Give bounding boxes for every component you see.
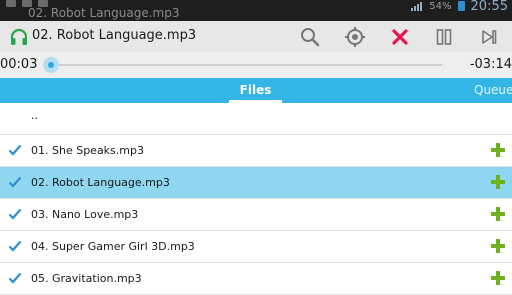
tab-files[interactable]: Files <box>229 83 282 97</box>
elapsed-time: 00:03 <box>0 57 38 72</box>
pause-icon <box>436 29 452 45</box>
seek-bar[interactable] <box>46 64 442 66</box>
parent-directory-label: .. <box>31 109 38 122</box>
headphones-icon <box>6 24 32 50</box>
skip-next-icon <box>482 30 497 44</box>
list-item[interactable]: 02. Robot Language.mp3 <box>0 167 512 199</box>
parent-directory-item[interactable]: .. <box>0 103 512 135</box>
add-to-queue-icon[interactable] <box>490 238 506 254</box>
player-toolbar: 02. Robot Language.mp3 <box>0 21 512 52</box>
file-name: 04. Super Gamer Girl 3D.mp3 <box>31 240 195 253</box>
next-track-button[interactable] <box>476 24 502 50</box>
checkmark-icon[interactable] <box>8 207 22 221</box>
file-name: 05. Gravitation.mp3 <box>31 272 142 285</box>
system-indicators: 54% 20:55 <box>411 0 508 14</box>
search-icon <box>301 28 320 47</box>
battery-icon <box>457 1 465 11</box>
checkmark-icon[interactable] <box>8 143 22 157</box>
list-item[interactable]: 03. Nano Love.mp3 <box>0 199 512 231</box>
add-to-queue-icon[interactable] <box>490 174 506 190</box>
file-name: 02. Robot Language.mp3 <box>31 176 170 189</box>
now-playing-title: 02. Robot Language.mp3 <box>32 28 197 43</box>
add-to-queue-icon[interactable] <box>490 206 506 222</box>
add-to-queue-icon[interactable] <box>490 270 506 286</box>
battery-percent: 54% <box>429 0 452 12</box>
tab-bar: Files Queue <box>0 78 512 103</box>
close-icon <box>392 29 408 45</box>
add-to-queue-icon[interactable] <box>490 142 506 158</box>
tab-queue[interactable]: Queue <box>474 83 512 97</box>
seek-row: 00:03 -03:14 <box>0 52 512 78</box>
search-button[interactable] <box>297 24 323 50</box>
close-button[interactable] <box>387 24 413 50</box>
target-icon <box>345 27 365 47</box>
locate-button[interactable] <box>342 24 368 50</box>
seek-thumb[interactable] <box>43 57 59 73</box>
signal-icon <box>411 1 423 11</box>
remaining-time: -03:14 <box>469 57 512 72</box>
file-name: 03. Nano Love.mp3 <box>31 208 139 221</box>
notification-title: 02. Robot Language.mp3 <box>28 6 180 20</box>
checkmark-icon[interactable] <box>8 239 22 253</box>
checkmark-icon[interactable] <box>8 175 22 189</box>
pause-button[interactable] <box>431 24 457 50</box>
clock: 20:55 <box>470 0 508 14</box>
status-bar: 02. Robot Language.mp3 54% 20:55 <box>0 0 512 21</box>
file-name: 01. She Speaks.mp3 <box>31 144 144 157</box>
list-item[interactable]: 04. Super Gamer Girl 3D.mp3 <box>0 231 512 263</box>
checkmark-icon[interactable] <box>8 271 22 285</box>
list-item[interactable]: 05. Gravitation.mp3 <box>0 263 512 295</box>
list-item[interactable]: 01. She Speaks.mp3 <box>0 135 512 167</box>
notification-icon <box>6 0 16 7</box>
